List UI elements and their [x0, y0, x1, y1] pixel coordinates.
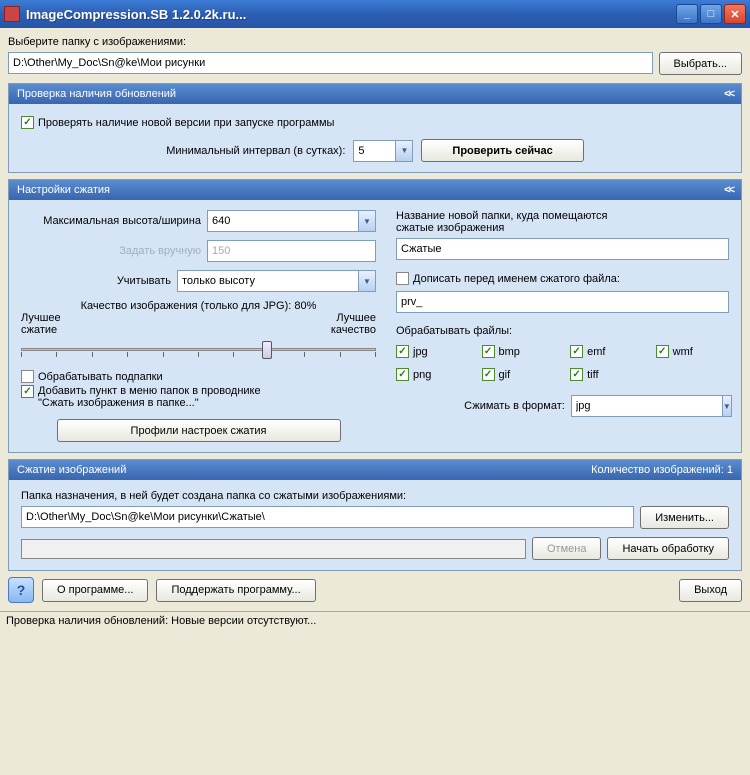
- max-dim-label: Максимальная высота/ширина: [21, 215, 201, 227]
- bmp-checkbox[interactable]: ✓: [482, 345, 495, 358]
- settings-header[interactable]: Настройки сжатия <<: [9, 180, 741, 200]
- manual-label: Задать вручную: [21, 245, 201, 257]
- app-icon: [4, 6, 20, 22]
- interval-label: Минимальный интервал (в сутках):: [166, 145, 345, 157]
- newfolder-input[interactable]: [396, 238, 729, 260]
- progress-bar: [21, 539, 526, 559]
- interval-select[interactable]: [353, 140, 395, 162]
- newfolder-label: Название новой папки, куда помещаются сж…: [396, 210, 729, 234]
- collapse-icon[interactable]: <<: [724, 88, 733, 100]
- status-bar: Проверка наличия обновлений: Новые верси…: [0, 611, 750, 630]
- compress-title: Сжатие изображений: [17, 464, 126, 476]
- updates-title: Проверка наличия обновлений: [17, 88, 176, 100]
- settings-title: Настройки сжатия: [17, 184, 110, 196]
- tiff-checkbox[interactable]: ✓: [570, 368, 583, 381]
- browse-button[interactable]: Выбрать...: [659, 52, 742, 75]
- consider-select[interactable]: [177, 270, 358, 292]
- maximize-button[interactable]: □: [700, 4, 722, 24]
- support-button[interactable]: Поддержать программу...: [156, 579, 315, 602]
- outfmt-label: Сжимать в формат:: [464, 400, 565, 412]
- profiles-button[interactable]: Профили настроек сжатия: [57, 419, 341, 442]
- cancel-button[interactable]: Отмена: [532, 537, 601, 560]
- start-button[interactable]: Начать обработку: [607, 537, 729, 560]
- titlebar: ImageCompression.SB 1.2.0.2k.ru... _ □ ✕: [0, 0, 750, 28]
- minimize-button[interactable]: _: [676, 4, 698, 24]
- folder-label: Выберите папку с изображениями:: [8, 36, 742, 48]
- window-title: ImageCompression.SB 1.2.0.2k.ru...: [26, 7, 676, 22]
- max-dim-select[interactable]: [207, 210, 358, 232]
- manual-input[interactable]: [207, 240, 376, 262]
- consider-label: Учитывать: [21, 275, 171, 287]
- explorer-menu-checkbox[interactable]: ✓: [21, 385, 34, 398]
- subfolders-checkbox[interactable]: [21, 370, 34, 383]
- help-button[interactable]: ?: [8, 577, 34, 603]
- compress-header: Сжатие изображений Количество изображени…: [9, 460, 741, 480]
- prefix-checkbox[interactable]: [396, 272, 409, 285]
- about-button[interactable]: О программе...: [42, 579, 148, 602]
- chevron-down-icon[interactable]: ▼: [358, 210, 376, 232]
- emf-checkbox[interactable]: ✓: [570, 345, 583, 358]
- gif-checkbox[interactable]: ✓: [482, 368, 495, 381]
- settings-panel: Настройки сжатия << Максимальная высота/…: [8, 179, 742, 453]
- check-now-button[interactable]: Проверить сейчас: [421, 139, 583, 162]
- change-button[interactable]: Изменить...: [640, 506, 729, 529]
- collapse-icon[interactable]: <<: [724, 184, 733, 196]
- quality-label: Качество изображения (только для JPG): 8…: [21, 300, 376, 312]
- chevron-down-icon[interactable]: ▼: [395, 140, 413, 162]
- chevron-down-icon[interactable]: ▼: [722, 395, 732, 417]
- quality-slider[interactable]: [21, 338, 376, 362]
- subfolders-label: Обрабатывать подпапки: [38, 371, 163, 383]
- updates-panel: Проверка наличия обновлений << ✓ Проверя…: [8, 83, 742, 173]
- jpg-checkbox[interactable]: ✓: [396, 345, 409, 358]
- close-button[interactable]: ✕: [724, 4, 746, 24]
- slider-thumb[interactable]: [262, 341, 272, 359]
- wmf-checkbox[interactable]: ✓: [656, 345, 669, 358]
- updates-header[interactable]: Проверка наличия обновлений <<: [9, 84, 741, 104]
- dest-label: Папка назначения, в ней будет создана па…: [21, 490, 729, 502]
- compress-panel: Сжатие изображений Количество изображени…: [8, 459, 742, 571]
- exit-button[interactable]: Выход: [679, 579, 742, 602]
- png-checkbox[interactable]: ✓: [396, 368, 409, 381]
- prefix-input[interactable]: [396, 291, 729, 313]
- outfmt-select[interactable]: [571, 395, 722, 417]
- prefix-label: Дописать перед именем сжатого файла:: [413, 273, 620, 285]
- folder-path-input[interactable]: [8, 52, 653, 74]
- check-updates-checkbox[interactable]: ✓: [21, 116, 34, 129]
- check-updates-label: Проверять наличие новой версии при запус…: [38, 117, 334, 129]
- image-count: Количество изображений: 1: [591, 464, 733, 476]
- chevron-down-icon[interactable]: ▼: [358, 270, 376, 292]
- dest-input[interactable]: [21, 506, 634, 528]
- filetypes-label: Обрабатывать файлы:: [396, 325, 729, 337]
